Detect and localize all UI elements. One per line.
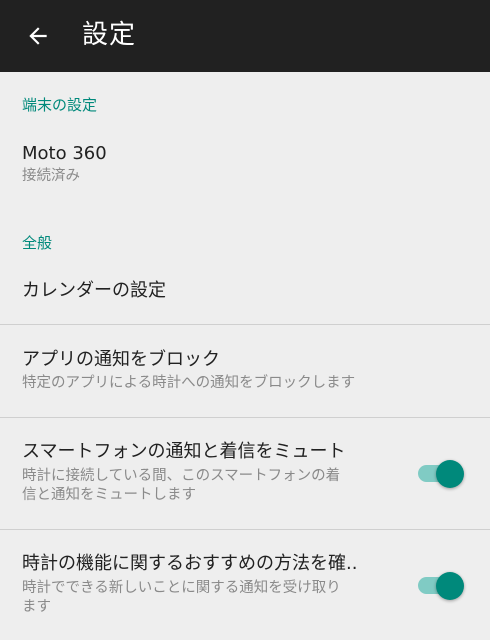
calendar-settings-item[interactable]: カレンダーの設定 [0,262,490,324]
mute-phone-item[interactable]: スマートフォンの通知と着信をミュート 時計に接続している間、このスマートフォンの… [0,418,490,528]
tips-item[interactable]: 時計の機能に関するおすすめの方法を確.. 時計でできる新しいことに関する通知を受… [0,530,490,640]
mute-phone-summary-line1: 時計に接続している間、このスマートフォンの着 [22,468,341,484]
tips-toggle[interactable] [416,570,464,600]
arrow-back-icon [29,27,47,45]
toggle-thumb [436,572,464,600]
block-app-notifications-item[interactable]: アプリの通知をブロック 特定のアプリによる時計への通知をブロックします [0,325,490,417]
mute-phone-title: スマートフォンの通知と着信をミュート [22,441,346,462]
tips-summary-line2: ます [22,599,51,615]
block-app-notifications-title: アプリの通知をブロック [22,349,220,370]
toggle-thumb [436,460,464,488]
mute-phone-summary-line2: 信と通知をミュートします [22,487,196,503]
back-button[interactable] [14,12,62,60]
device-item[interactable]: Moto 360 接続済み [0,130,490,200]
settings-screen: 設定 端末の設定 Moto 360 接続済み 全般 カレンダーの設定 アプリの通… [0,0,490,640]
device-item-status: 接続済み [22,168,80,184]
block-app-notifications-summary: 特定のアプリによる時計への通知をブロックします [22,375,356,391]
section-header-general: 全般 [22,234,53,252]
tips-title: 時計の機能に関するおすすめの方法を確.. [22,553,358,574]
device-item-title: Moto 360 [22,143,107,164]
page-title: 設定 [82,20,137,50]
tips-summary-line1: 時計でできる新しいことに関する通知を受け取り [22,580,341,596]
app-bar: 設定 [0,0,490,72]
calendar-settings-title: カレンダーの設定 [22,280,166,301]
section-header-device: 端末の設定 [22,96,98,114]
mute-phone-toggle[interactable] [416,458,464,488]
